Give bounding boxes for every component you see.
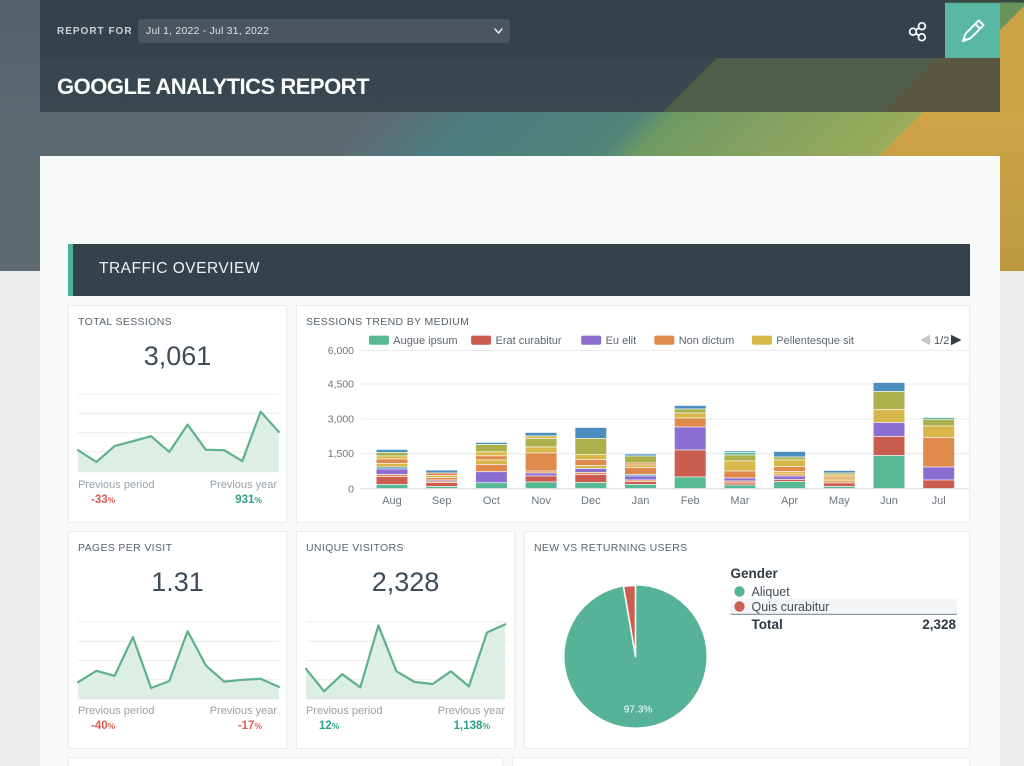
svg-text:Eu elit: Eu elit [606,335,637,347]
svg-text:Non dictum: Non dictum [679,335,735,347]
svg-text:Jun: Jun [880,495,898,507]
svg-text:Nov: Nov [531,495,551,507]
svg-text:Quis curabitur: Quis curabitur [752,600,830,614]
svg-text:1/2: 1/2 [934,335,949,347]
svg-text:3,000: 3,000 [328,414,354,426]
svg-text:Pellentesque sit: Pellentesque sit [776,335,854,347]
svg-text:1,500: 1,500 [328,448,354,460]
svg-text:Mar: Mar [730,495,749,507]
svg-text:Sep: Sep [432,495,452,507]
svg-text:4,500: 4,500 [328,379,354,391]
svg-text:Gender: Gender [731,566,779,581]
svg-text:Augue ipsum: Augue ipsum [393,335,457,347]
svg-text:Erat curabitur: Erat curabitur [496,335,562,347]
svg-text:Total: Total [752,617,783,632]
svg-text:97.3%: 97.3% [624,705,652,716]
svg-text:Apr: Apr [781,495,798,507]
svg-text:0: 0 [348,483,354,495]
svg-text:Jul: Jul [932,495,946,507]
svg-text:6,000: 6,000 [328,345,354,357]
svg-text:Dec: Dec [581,495,601,507]
svg-text:Aliquet: Aliquet [752,585,791,599]
svg-text:2,328: 2,328 [922,617,956,632]
svg-text:Oct: Oct [483,495,500,507]
svg-text:May: May [829,495,850,507]
svg-text:Jan: Jan [632,495,650,507]
svg-text:Feb: Feb [681,495,700,507]
svg-text:Aug: Aug [382,495,402,507]
